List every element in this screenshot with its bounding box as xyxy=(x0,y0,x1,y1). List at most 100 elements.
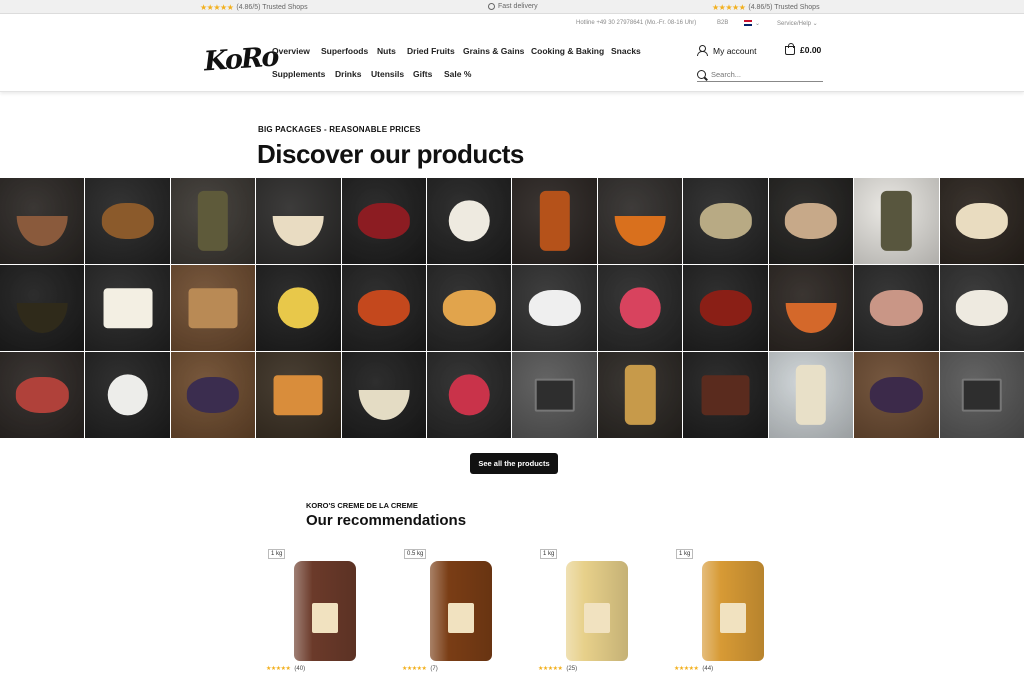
product-photo-tile[interactable] xyxy=(427,265,512,351)
product-card[interactable]: 0.5 kg ★★★★★ (7) xyxy=(402,545,520,675)
nav-snacks[interactable]: Snacks xyxy=(611,46,641,56)
nav-sale[interactable]: Sale % xyxy=(444,69,471,79)
nav-utensils[interactable]: Utensils xyxy=(371,69,404,79)
nav-gifts[interactable]: Gifts xyxy=(413,69,432,79)
nav-grains-gains[interactable]: Grains & Gains xyxy=(463,46,524,56)
product-photo-tile[interactable] xyxy=(512,352,597,438)
b2b-link[interactable]: B2B xyxy=(717,20,728,26)
product-photo-tile[interactable] xyxy=(597,265,683,351)
product-photo-tile[interactable] xyxy=(341,265,427,351)
star-rating-icon: ★★★★★ xyxy=(200,3,234,12)
product-photo-tile[interactable] xyxy=(854,178,939,264)
service-help-link[interactable]: Service/Help ⌄ xyxy=(777,20,818,27)
product-photo-item xyxy=(528,289,581,327)
product-card[interactable]: 1 kg ★★★★★ (40) xyxy=(266,545,384,675)
product-image[interactable] xyxy=(294,561,356,661)
product-photo-tile[interactable] xyxy=(939,178,1024,264)
product-photo-tile[interactable] xyxy=(854,265,939,351)
search-icon[interactable] xyxy=(697,69,706,79)
search-input[interactable] xyxy=(711,69,811,79)
nav-overview[interactable]: Overview xyxy=(272,46,310,56)
size-badge: 1 kg xyxy=(268,549,286,559)
product-photo-tile[interactable] xyxy=(597,178,683,264)
product-photo-tile[interactable] xyxy=(85,178,170,264)
product-label xyxy=(720,603,746,633)
product-photo-tile[interactable] xyxy=(768,352,854,438)
product-photo-item xyxy=(870,376,923,414)
product-photo-tile[interactable] xyxy=(427,352,512,438)
search-bar[interactable] xyxy=(697,67,823,82)
nav-nuts[interactable]: Nuts xyxy=(377,46,396,56)
product-photo-tile[interactable] xyxy=(512,178,597,264)
nav-superfoods[interactable]: Superfoods xyxy=(321,46,368,56)
product-photo-tile[interactable] xyxy=(341,178,427,264)
star-rating-icon: ★★★★★ xyxy=(712,3,746,12)
product-photo-tile[interactable] xyxy=(768,178,854,264)
nav-cooking-baking[interactable]: Cooking & Baking xyxy=(531,46,604,56)
product-photo-item xyxy=(443,289,496,327)
koro-logo[interactable]: KoRo xyxy=(203,41,278,77)
product-photo-tile[interactable] xyxy=(341,352,427,438)
product-image[interactable] xyxy=(430,561,492,661)
product-photo-tile[interactable] xyxy=(683,352,768,438)
product-photo-item xyxy=(103,288,153,328)
size-badge: 0.5 kg xyxy=(404,549,427,559)
product-photo-tile[interactable] xyxy=(85,265,170,351)
product-photo-tile[interactable] xyxy=(597,352,683,438)
product-photo-tile[interactable] xyxy=(512,265,597,351)
product-photo-tile[interactable] xyxy=(0,178,85,264)
product-photo-item xyxy=(701,375,751,415)
product-photo-item xyxy=(273,375,323,415)
product-photo-tile[interactable] xyxy=(0,352,85,438)
my-account-link[interactable]: My account xyxy=(697,45,756,56)
product-card[interactable]: 1 kg ★★★★★ (25) xyxy=(538,545,656,675)
product-photo-tile[interactable] xyxy=(256,265,341,351)
product-photo-tile[interactable] xyxy=(683,265,768,351)
trusted-shops-rating-left[interactable]: ★★★★★ (4.86/5) Trusted Shops xyxy=(200,3,308,12)
product-photo-item xyxy=(278,287,319,329)
product-photo-tile[interactable] xyxy=(256,352,341,438)
see-all-products-button[interactable]: See all the products xyxy=(470,453,558,474)
product-rating: ★★★★★ (44) xyxy=(674,665,713,673)
product-photo-tile[interactable] xyxy=(854,352,939,438)
language-selector[interactable]: ⌄ xyxy=(744,20,760,27)
product-photo-tile[interactable] xyxy=(85,352,170,438)
product-photo-tile[interactable] xyxy=(256,178,341,264)
nav-dried-fruits[interactable]: Dried Fruits xyxy=(407,46,455,56)
product-label xyxy=(584,603,610,633)
product-rating: ★★★★★ (40) xyxy=(266,665,305,673)
trusted-shops-rating-right[interactable]: ★★★★★ (4.86/5) Trusted Shops xyxy=(712,3,820,12)
hotline-text: Hotline +49 30 27978641 (Mo.-Fr. 08-16 U… xyxy=(576,20,697,26)
clock-icon xyxy=(488,3,495,10)
product-photo-tile[interactable] xyxy=(768,265,854,351)
cart-button[interactable]: £0.00 xyxy=(785,42,821,55)
nav-drinks[interactable]: Drinks xyxy=(335,69,361,79)
product-photo-item xyxy=(357,289,411,327)
product-photo-item xyxy=(624,364,656,426)
product-image-grid xyxy=(0,178,1024,438)
product-photo-tile[interactable] xyxy=(170,178,256,264)
product-photo-item xyxy=(16,216,68,247)
product-photo-tile[interactable] xyxy=(683,178,768,264)
recommendations-eyebrow: KORO'S CREME DE LA CREME xyxy=(306,501,418,510)
product-photo-item xyxy=(699,289,752,327)
product-photo-tile[interactable] xyxy=(0,265,85,351)
product-photo-tile[interactable] xyxy=(939,265,1024,351)
review-count: (7) xyxy=(430,665,438,672)
product-image[interactable] xyxy=(702,561,764,661)
product-photo-item xyxy=(449,374,490,416)
nav-supplements[interactable]: Supplements xyxy=(272,69,325,79)
product-card[interactable]: 1 kg ★★★★★ (44) xyxy=(674,545,792,675)
product-photo-tile[interactable] xyxy=(170,265,256,351)
product-photo-tile[interactable] xyxy=(427,178,512,264)
product-photo-tile[interactable] xyxy=(170,352,256,438)
rating-text: (4.86/5) Trusted Shops xyxy=(748,4,820,11)
fast-delivery-info: Fast delivery xyxy=(488,3,538,10)
uk-flag-icon xyxy=(744,20,752,27)
site-header: Hotline +49 30 27978641 (Mo.-Fr. 08-16 U… xyxy=(0,14,1024,92)
product-photo-tile[interactable] xyxy=(939,352,1024,438)
product-image[interactable] xyxy=(566,561,628,661)
product-photo-item xyxy=(955,202,1008,240)
product-photo-item xyxy=(534,378,575,412)
product-photo-item xyxy=(358,390,410,421)
